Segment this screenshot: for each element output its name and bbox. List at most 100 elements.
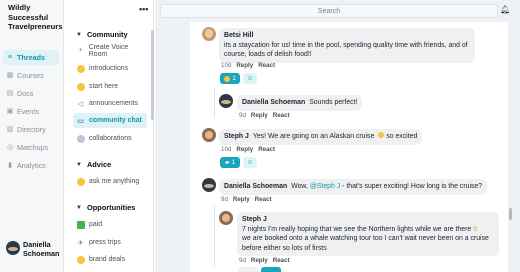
message-author[interactable]: Daniella Schoeman <box>224 183 287 190</box>
message-author[interactable]: Betsi Hill <box>224 31 470 41</box>
section-opportunities[interactable]: ▼ Opportunities <box>76 203 135 212</box>
message-text: Yes! We are going on an Alaskan cruise <box>252 133 375 140</box>
channel-ask-me-anything[interactable]: ask me anything <box>73 174 147 189</box>
reaction-chip[interactable] <box>261 267 281 272</box>
reaction-count: 1 <box>231 159 236 166</box>
rail-item-events[interactable]: ▣ Events <box>3 104 59 119</box>
plus-icon: + <box>78 47 83 54</box>
money-icon <box>76 220 85 229</box>
channel-start-here[interactable]: start here <box>73 79 147 94</box>
emoji-icon <box>76 134 85 143</box>
rail-item-label: Matchups <box>17 143 49 152</box>
message-time: 9d <box>221 196 228 203</box>
chevron-down-icon: ▼ <box>76 31 82 38</box>
rail-item-label: Docs <box>17 89 34 98</box>
megaphone-icon: ◁ <box>77 100 84 108</box>
react-button[interactable]: React <box>273 257 290 264</box>
bell-icon[interactable]: 🔔︎ <box>500 5 510 14</box>
channel-label: ask me anything <box>89 178 140 185</box>
message-meta: 10d Reply React <box>221 146 275 153</box>
rail-item-threads[interactable]: ≡ Threads <box>3 50 59 65</box>
reaction-bar: ▰ 1 ☺︎ <box>220 157 257 168</box>
section-title: Opportunities <box>86 203 136 212</box>
reply-button[interactable]: Reply <box>233 196 250 203</box>
community-name[interactable]: Wildly Successful Travelpreneurs <box>8 3 64 32</box>
reaction-bar <box>238 267 281 272</box>
current-user[interactable]: Daniella Schoeman <box>6 240 63 258</box>
chevron-down-icon: ▼ <box>76 161 82 168</box>
plane-icon: ✈ <box>77 239 84 247</box>
message-time: 10d <box>221 62 232 69</box>
message-bubble: Steph J Yes! We are going on an Alaskan c… <box>219 129 423 145</box>
message-meta: 9d Reply React <box>221 196 272 203</box>
rail-item-docs[interactable]: ▤ Docs <box>3 86 59 101</box>
rail-item-analytics[interactable]: ▮ Analytics <box>3 158 59 173</box>
search-input[interactable]: Search <box>160 4 498 18</box>
avatar <box>6 241 20 255</box>
react-button[interactable]: React <box>255 196 272 203</box>
reply-button[interactable]: Reply <box>236 62 253 69</box>
message-author[interactable]: Steph J <box>242 215 494 225</box>
reaction-chip[interactable]: 1 <box>220 73 240 84</box>
channel-label: paid <box>89 221 103 228</box>
rail-item-directory[interactable]: ▥ Directory <box>3 122 59 137</box>
react-button[interactable]: React <box>258 146 275 153</box>
channel-label: collaborations <box>89 135 132 142</box>
channel-label: start here <box>89 83 119 90</box>
more-options-icon[interactable]: ••• <box>139 4 148 14</box>
avatar[interactable] <box>202 128 216 142</box>
courses-icon: ▦ <box>6 71 14 79</box>
message-author[interactable]: Steph J <box>224 133 249 140</box>
channel-label: community chat <box>89 117 142 124</box>
channel-community-chat[interactable]: ▭ community chat <box>73 113 147 128</box>
directory-icon: ▥ <box>6 125 14 133</box>
reply-button[interactable]: Reply <box>251 112 268 119</box>
add-reaction-icon[interactable]: ☺︎ <box>243 157 257 168</box>
emoji-icon <box>76 177 85 186</box>
message-bubble: Daniella Schoeman Sounds perfect! <box>237 95 363 111</box>
reply-button[interactable]: Reply <box>251 257 268 264</box>
message-meta: 10d Reply React <box>221 62 275 69</box>
reaction-chip[interactable]: ▰ 1 <box>220 157 240 168</box>
emoji-icon <box>76 255 85 264</box>
avatar[interactable] <box>202 27 216 41</box>
create-voice-room[interactable]: + Create Voice Room <box>73 43 147 58</box>
sidebar-scrollbar[interactable] <box>151 30 154 120</box>
message-time: 9d <box>239 112 246 119</box>
chevron-down-icon: ▼ <box>76 204 82 211</box>
reply-button[interactable]: Reply <box>236 146 253 153</box>
message-text-after: so excited <box>386 133 418 140</box>
channel-press-trips[interactable]: ✈ press trips <box>73 235 147 250</box>
rail-item-label: Directory <box>17 125 46 134</box>
threads-icon: ≡ <box>7 53 13 61</box>
channel-paid[interactable]: paid <box>73 217 147 232</box>
section-title: Advice <box>86 160 112 169</box>
avatar[interactable] <box>202 178 216 192</box>
channel-introductions[interactable]: introductions <box>73 61 147 76</box>
channel-brand-deals[interactable]: brand deals <box>73 252 147 267</box>
avatar[interactable] <box>219 94 233 108</box>
react-button[interactable]: React <box>258 62 275 69</box>
analytics-icon: ▮ <box>8 161 12 169</box>
reaction-chip[interactable] <box>238 267 258 272</box>
message-author[interactable]: Daniella Schoeman <box>242 99 305 106</box>
events-icon: ▣ <box>6 107 14 115</box>
reaction-count: 1 <box>232 75 236 82</box>
section-community[interactable]: ▼ Community <box>76 30 128 39</box>
rail-item-courses[interactable]: ▦ Courses <box>3 68 59 83</box>
user-mention[interactable]: @Steph J <box>310 183 340 190</box>
channel-label: Create Voice Room <box>88 43 129 58</box>
reaction-bar: 1 ☺︎ <box>220 73 257 84</box>
rail-item-label: Courses <box>17 71 44 80</box>
feed-scrollbar[interactable] <box>509 208 512 220</box>
rail-item-matchups[interactable]: ◎ Matchups <box>3 140 59 155</box>
react-button[interactable]: React <box>273 112 290 119</box>
add-reaction-icon[interactable]: ☺︎ <box>243 73 257 84</box>
message-text: its a staycation for us! time in the poo… <box>224 41 468 59</box>
docs-icon: ▤ <box>6 89 14 97</box>
message-text-before: Wow, <box>291 183 308 190</box>
channel-collaborations[interactable]: collaborations <box>73 131 147 146</box>
channel-announcements[interactable]: ◁ announcements <box>73 96 147 111</box>
avatar[interactable] <box>219 211 233 225</box>
section-advice[interactable]: ▼ Advice <box>76 160 111 169</box>
